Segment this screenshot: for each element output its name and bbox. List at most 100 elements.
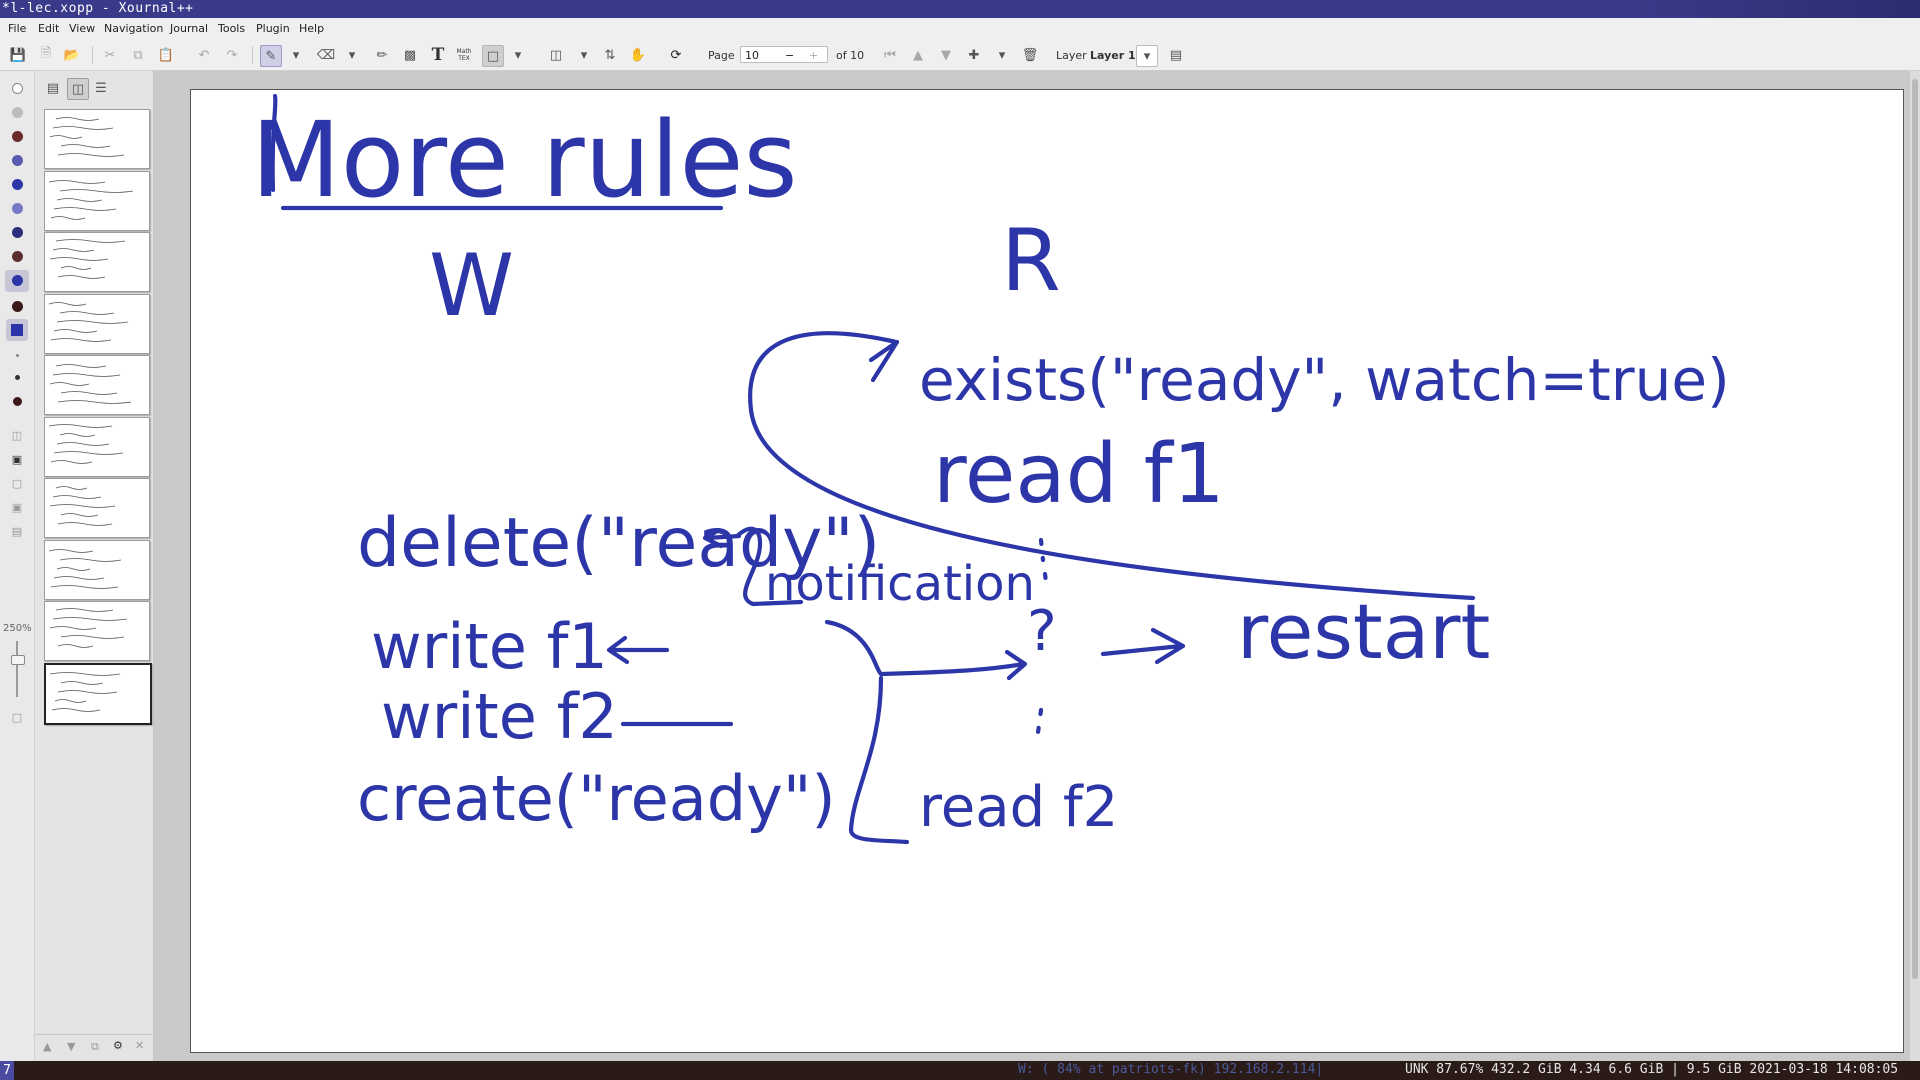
presentation-mode-icon[interactable]: ▤ <box>1166 45 1186 65</box>
menu-file[interactable]: File <box>8 22 26 35</box>
document-canvas[interactable]: More rules W R exists("ready", watch=tru… <box>154 71 1920 1061</box>
thumbnail-scribble <box>48 179 134 220</box>
shape-recognizer-icon[interactable]: □ <box>482 45 504 67</box>
page-thumbnail-5[interactable] <box>44 355 150 415</box>
color-brown-icon[interactable] <box>12 131 23 142</box>
thickness-thin-icon[interactable] <box>16 354 19 357</box>
fill-tool-icon[interactable] <box>6 319 28 341</box>
writer-step-create: create("ready") <box>357 762 836 835</box>
menu-journal[interactable]: Journal <box>170 22 208 35</box>
menu-help[interactable]: Help <box>299 22 324 35</box>
previous-page-icon[interactable]: ▲ <box>908 45 928 65</box>
tab-layers-icon[interactable]: ☰ <box>91 78 111 98</box>
thickness-medium-icon[interactable] <box>15 375 20 380</box>
page-thumbnail-1[interactable] <box>44 109 150 169</box>
zoom-reset-icon[interactable]: □ <box>9 711 25 725</box>
color-white-icon[interactable] <box>12 83 23 94</box>
new-document-icon[interactable]: 🗎 <box>36 45 56 65</box>
thickness-thick-icon[interactable] <box>13 397 22 406</box>
handwriting-layer: More rules W R exists("ready", watch=tru… <box>251 93 1730 845</box>
tab-page-preview-icon[interactable]: ◫ <box>67 78 89 100</box>
select-dropdown-chevron-icon[interactable]: ▾ <box>574 45 594 65</box>
color-blue-icon[interactable] <box>12 155 23 166</box>
page-delete-icon[interactable]: ✕ <box>135 1039 144 1052</box>
page-decrement-icon[interactable]: − <box>785 47 794 64</box>
note-page[interactable]: More rules W R exists("ready", watch=tru… <box>190 89 1904 1053</box>
page-thumbnail-4[interactable] <box>44 293 150 354</box>
page-thumbnail-6[interactable] <box>44 416 150 477</box>
menu-view[interactable]: View <box>69 22 95 35</box>
page-thumbnail-9[interactable] <box>44 601 150 661</box>
page-thumbnail-8[interactable] <box>44 539 150 600</box>
screen-view-icon[interactable]: ▣ <box>9 453 25 467</box>
layer-select-value[interactable]: Layer 1 <box>1090 49 1136 62</box>
thumbnail-scribble <box>49 364 132 404</box>
color-selected-icon[interactable] <box>12 275 23 286</box>
page-move-up-icon[interactable]: ▲ <box>43 1040 51 1053</box>
cut-icon[interactable]: ✂ <box>100 45 120 65</box>
page-number-value: 10 <box>745 49 759 62</box>
shape-dropdown-chevron-icon[interactable]: ▾ <box>508 45 528 65</box>
menu-plugin[interactable]: Plugin <box>256 22 290 35</box>
paste-icon[interactable]: 📋 <box>156 45 176 65</box>
pen-dropdown-chevron-icon[interactable]: ▾ <box>286 45 306 65</box>
color-light-blue-icon[interactable] <box>12 203 23 214</box>
zoom-in-icon[interactable]: ▣ <box>9 501 25 515</box>
image-tool-icon[interactable]: ▩ <box>400 45 420 65</box>
select-rect-icon[interactable]: ◫ <box>546 45 566 65</box>
delete-page-icon[interactable]: 🗑 <box>1020 45 1040 65</box>
vertical-space-icon[interactable]: ⇅ <box>600 45 620 65</box>
copy-icon[interactable]: ⧉ <box>128 45 148 65</box>
next-page-icon[interactable]: ▼ <box>936 45 956 65</box>
notification-arrow <box>824 619 1028 681</box>
page-move-down-icon[interactable]: ▼ <box>67 1040 75 1053</box>
scrollbar-thumb[interactable] <box>1912 79 1918 979</box>
tab-page-list-icon[interactable]: ▤ <box>43 78 63 98</box>
zoom-slider-track[interactable] <box>16 641 18 697</box>
menu-tools[interactable]: Tools <box>218 22 245 35</box>
math-tex-tool-icon[interactable]: Math TEX <box>454 45 474 65</box>
eraser-dropdown-chevron-icon[interactable]: ▾ <box>342 45 362 65</box>
save-icon[interactable]: 💾 <box>8 45 28 65</box>
undo-icon[interactable]: ↶ <box>194 45 214 65</box>
layer-dropdown-chevron-icon[interactable]: ▾ <box>1136 45 1158 67</box>
menu-navigation[interactable]: Navigation <box>104 22 163 35</box>
open-icon[interactable]: 📂 <box>62 45 82 65</box>
eraser-tool-icon[interactable]: ⌫ <box>316 45 336 65</box>
zoom-out-icon[interactable]: ▤ <box>9 525 25 539</box>
redo-icon[interactable]: ↷ <box>222 45 242 65</box>
color-black-icon[interactable] <box>12 301 23 312</box>
two-pages-icon[interactable]: ◫ <box>9 429 25 443</box>
thumbnail-scribble <box>48 423 124 464</box>
insert-dropdown-chevron-icon[interactable]: ▾ <box>992 45 1012 65</box>
fullscreen-toggle-icon[interactable]: ⟳ <box>666 45 686 65</box>
page-thumbnail-3[interactable] <box>44 232 150 292</box>
highlighter-tool-icon[interactable]: ✏ <box>372 45 392 65</box>
zoom-slider-handle[interactable] <box>11 655 25 665</box>
text-tool-icon[interactable]: T <box>428 45 448 65</box>
insert-page-icon[interactable]: ✚ <box>964 45 984 65</box>
note-title: More rules <box>251 99 798 221</box>
restart-arrow <box>1100 627 1186 665</box>
color-maroon-icon[interactable] <box>12 251 23 262</box>
menu-edit[interactable]: Edit <box>38 22 59 35</box>
vertical-scrollbar[interactable] <box>1910 71 1920 1061</box>
window-title: *l-lec.xopp - Xournal++ <box>2 1 194 16</box>
workspace-indicator[interactable]: 7 <box>0 1061 14 1080</box>
desktop-statusbar: 7 W: ( 84% at patriots-fk) 192.168.2.114… <box>0 1061 1920 1080</box>
pen-tool-icon[interactable]: ✎ <box>260 45 282 67</box>
page-copy-icon[interactable]: ⧉ <box>91 1040 99 1054</box>
color-navy-icon[interactable] <box>12 227 23 238</box>
page-increment-icon[interactable]: + <box>809 47 818 64</box>
page-thumbnail-7[interactable] <box>44 478 150 538</box>
page-number-input[interactable]: 10 − + <box>740 46 828 63</box>
hand-tool-icon[interactable]: ✋ <box>628 45 648 65</box>
color-gray-icon[interactable] <box>12 107 23 118</box>
color-dark-blue-icon[interactable] <box>12 179 23 190</box>
page-thumbnail-10[interactable] <box>44 662 152 725</box>
page-settings-icon[interactable]: ⚙ <box>113 1039 123 1052</box>
first-page-icon[interactable]: ⏮ <box>880 45 900 65</box>
write-f1-arrow <box>606 635 670 665</box>
zoom-fit-icon[interactable]: ▢ <box>9 477 25 491</box>
page-thumbnail-2[interactable] <box>44 170 150 231</box>
